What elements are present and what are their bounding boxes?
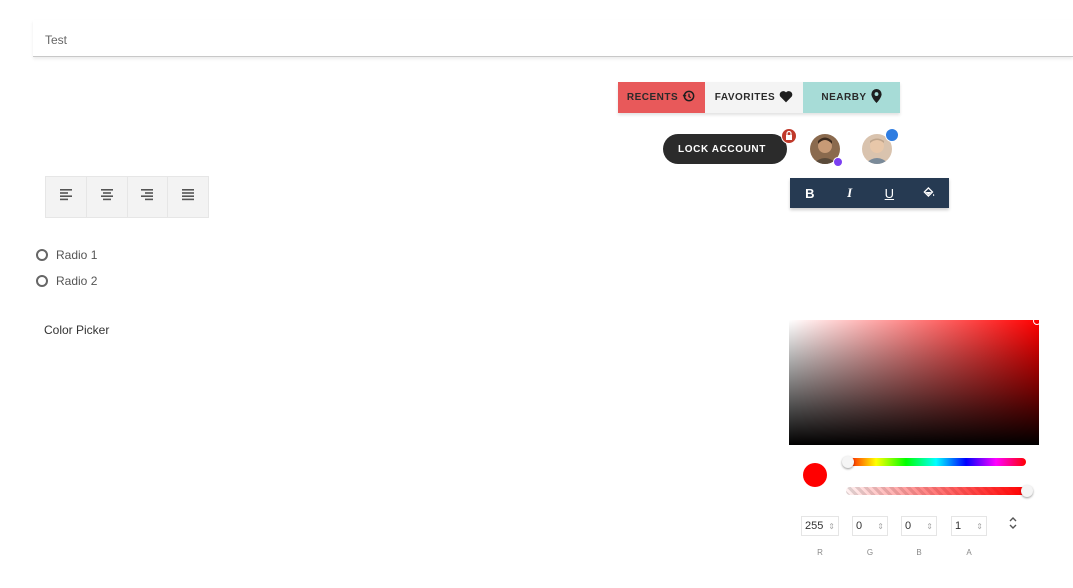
red-label: R [817, 548, 823, 557]
location-pin-icon [871, 89, 882, 106]
spinner-icon[interactable]: ⇕ [926, 522, 933, 531]
text-input-value: Test [45, 33, 68, 47]
spinner-icon[interactable]: ⇕ [976, 522, 983, 531]
hue-slider[interactable] [846, 458, 1026, 466]
green-value: 0 [856, 520, 863, 532]
status-dot [885, 128, 899, 142]
hue-slider-handle[interactable] [842, 456, 854, 468]
align-left-icon [59, 188, 73, 207]
green-input[interactable]: 0 ⇕ [852, 516, 888, 536]
blue-label: B [916, 548, 922, 557]
align-center-button[interactable] [87, 177, 128, 217]
underline-button[interactable]: U [870, 178, 910, 208]
align-justify-button[interactable] [168, 177, 208, 217]
fill-color-button[interactable] [909, 178, 949, 208]
history-icon [682, 89, 696, 106]
unfold-icon[interactable] [1008, 516, 1018, 533]
blue-value: 0 [905, 520, 912, 532]
align-right-button[interactable] [128, 177, 169, 217]
saturation-handle[interactable] [1033, 317, 1041, 325]
red-value: 255 [805, 520, 824, 532]
alpha-slider-handle[interactable] [1021, 485, 1033, 497]
spinner-icon[interactable]: ⇕ [828, 522, 835, 531]
italic-button[interactable]: I [830, 178, 870, 208]
color-preview-swatch [803, 463, 827, 487]
spinner-icon[interactable]: ⇕ [877, 522, 884, 531]
radio-circle[interactable] [36, 249, 48, 261]
heart-icon [779, 90, 793, 106]
favorites-button[interactable]: FAVORITES [705, 82, 803, 113]
bold-button[interactable]: B [790, 178, 830, 208]
blue-input[interactable]: 0 ⇕ [901, 516, 937, 536]
saturation-value-area[interactable] [789, 320, 1039, 445]
italic-icon: I [847, 185, 853, 200]
alpha-label: A [966, 548, 972, 557]
radio-label: Radio 2 [56, 274, 98, 288]
alignment-toggle-group [45, 176, 209, 218]
paint-bucket-icon [922, 185, 936, 202]
nearby-button[interactable]: NEARBY [803, 82, 900, 113]
underline-icon: U [884, 185, 895, 201]
toggle-button-group: RECENTS FAVORITES NEARBY [618, 82, 900, 113]
align-center-icon [100, 188, 114, 207]
format-toolbar: B I U [790, 178, 949, 208]
red-input[interactable]: 255 ⇕ [801, 516, 839, 536]
alpha-value: 1 [955, 520, 962, 532]
align-left-button[interactable] [46, 177, 87, 217]
bold-icon: B [805, 185, 815, 201]
radio-option-1[interactable]: Radio 1 [36, 248, 97, 262]
radio-circle[interactable] [36, 275, 48, 287]
color-picker-label: Color Picker [44, 323, 110, 337]
lock-icon [781, 128, 797, 144]
align-right-icon [140, 188, 154, 207]
align-justify-icon [181, 188, 195, 207]
radio-label: Radio 1 [56, 248, 98, 262]
radio-option-2[interactable]: Radio 2 [36, 274, 97, 288]
lock-account-label: LOCK ACCOUNT [678, 143, 766, 155]
alpha-input[interactable]: 1 ⇕ [951, 516, 987, 536]
green-label: G [866, 548, 874, 557]
recents-button[interactable]: RECENTS [618, 82, 705, 113]
status-dot [833, 157, 843, 167]
lock-account-chip[interactable]: LOCK ACCOUNT [663, 134, 787, 164]
text-input[interactable]: Test [33, 20, 1073, 57]
recents-label: RECENTS [626, 92, 679, 103]
alpha-slider[interactable] [846, 487, 1026, 495]
favorites-label: FAVORITES [714, 92, 776, 103]
nearby-label: NEARBY [821, 92, 867, 103]
